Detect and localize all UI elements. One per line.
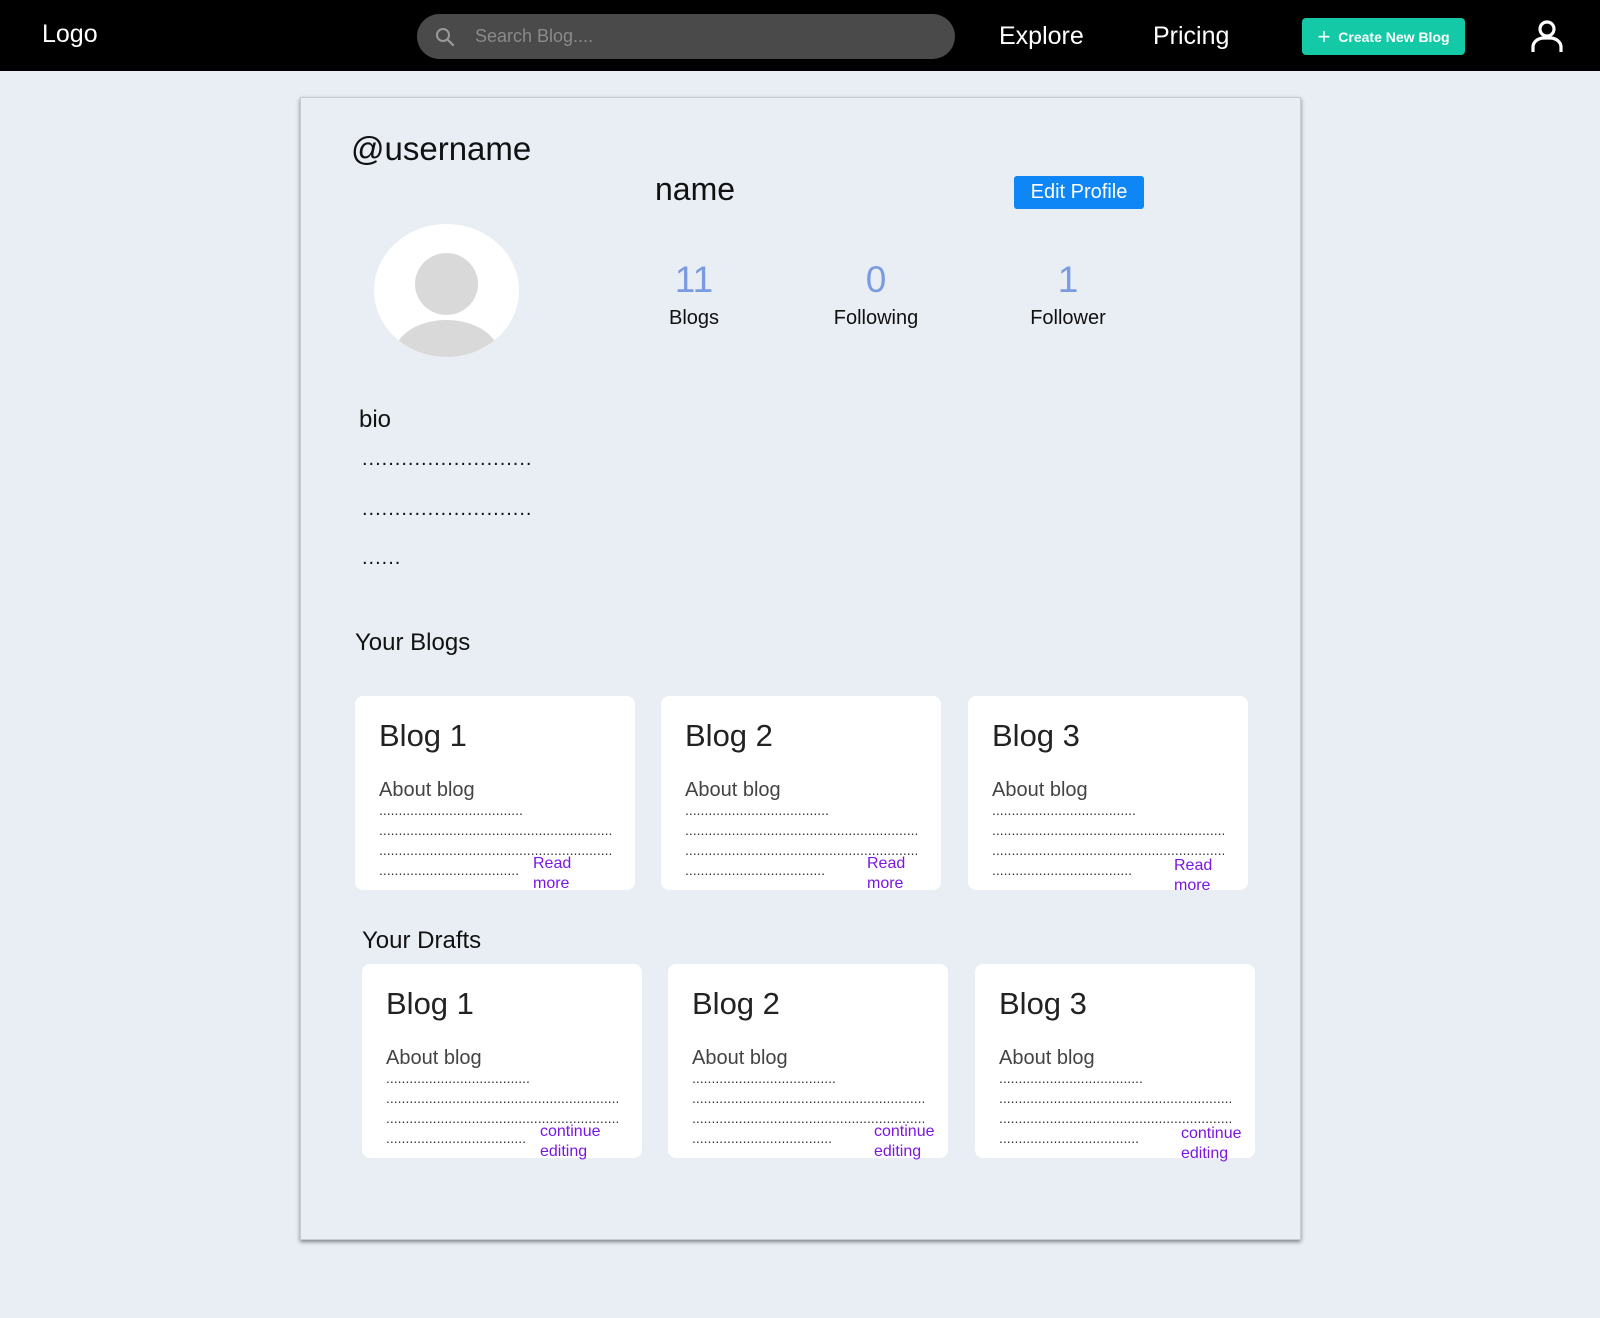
blog-card-excerpt-line: ........................................… — [992, 823, 1224, 837]
draft-card-excerpt-line: ........................................… — [999, 1091, 1231, 1105]
your-drafts-heading: Your Drafts — [362, 927, 482, 954]
read-more-link[interactable]: Read more — [1174, 856, 1234, 896]
stat-following-label: Following — [833, 307, 919, 329]
top-navbar: Logo Explore Pricing + Create New Blog — [0, 0, 1600, 71]
blog-card-excerpt-line: ........................................… — [992, 863, 1132, 877]
edit-profile-button[interactable]: Edit Profile — [1014, 176, 1144, 209]
create-new-blog-label: Create New Blog — [1338, 28, 1450, 45]
blog-card-about: About blog — [685, 779, 781, 801]
search-bar[interactable] — [417, 14, 955, 59]
read-more-link[interactable]: Read more — [533, 854, 593, 894]
logo[interactable]: Logo — [42, 20, 98, 49]
blog-card-title: Blog 3 — [992, 718, 1080, 753]
draft-card-excerpt-line: ........................................… — [999, 1071, 1144, 1085]
stat-following-value: 0 — [865, 259, 887, 300]
blog-card-excerpt-line: ........................................… — [379, 823, 611, 837]
draft-card-excerpt-line: ........................................… — [692, 1131, 832, 1145]
draft-card-1[interactable]: Blog 1 About blog ......................… — [362, 964, 642, 1160]
read-more-link[interactable]: Read more — [867, 854, 927, 894]
blog-card-3[interactable]: Blog 3 About blog ......................… — [968, 696, 1248, 894]
user-account-icon[interactable] — [1530, 19, 1564, 53]
draft-card-excerpt-line: ........................................… — [999, 1111, 1231, 1125]
draft-card-about: About blog — [386, 1047, 482, 1069]
continue-editing-link[interactable]: continue editing — [874, 1122, 964, 1162]
plus-icon: + — [1317, 23, 1331, 49]
profile-name: name — [655, 171, 736, 207]
search-icon — [436, 28, 455, 47]
profile-card: @username name Edit Profile 11 Blogs 0 F… — [300, 97, 1301, 1240]
stat-follower-value: 1 — [1057, 259, 1079, 300]
continue-editing-link[interactable]: continue editing — [1181, 1124, 1271, 1164]
bio-label: bio — [359, 406, 392, 433]
search-input[interactable] — [475, 14, 935, 59]
draft-card-excerpt-line: ........................................… — [692, 1071, 837, 1085]
bio-line: .......................... — [362, 498, 533, 520]
draft-card-excerpt-line: ........................................… — [386, 1071, 531, 1085]
draft-card-excerpt-line: ........................................… — [386, 1091, 618, 1105]
draft-card-3[interactable]: Blog 3 About blog ......................… — [975, 964, 1255, 1162]
stat-follower-label: Follower — [1030, 307, 1106, 329]
draft-card-excerpt-line: ........................................… — [386, 1131, 526, 1145]
blog-card-1[interactable]: Blog 1 About blog ......................… — [355, 696, 635, 892]
blog-card-excerpt-line: ........................................… — [379, 863, 519, 877]
blog-card-excerpt-line: ........................................… — [685, 863, 825, 877]
blog-card-title: Blog 2 — [685, 718, 773, 753]
nav-link-pricing[interactable]: Pricing — [1153, 22, 1229, 51]
blog-card-2[interactable]: Blog 2 About blog ......................… — [661, 696, 941, 892]
avatar-body-shape — [394, 320, 499, 357]
draft-card-title: Blog 1 — [386, 986, 474, 1021]
create-new-blog-button[interactable]: + Create New Blog — [1302, 18, 1465, 55]
avatar-head-shape — [415, 253, 478, 315]
profile-username: @username — [351, 130, 532, 167]
bio-line: ...... — [362, 547, 402, 569]
blog-card-about: About blog — [992, 779, 1088, 801]
your-blogs-heading: Your Blogs — [355, 629, 471, 656]
bio-line: .......................... — [362, 448, 533, 470]
avatar[interactable] — [374, 224, 519, 357]
stat-blogs[interactable]: 11 Blogs — [624, 259, 764, 330]
stat-blogs-label: Blogs — [668, 307, 720, 329]
draft-card-about: About blog — [692, 1047, 788, 1069]
nav-link-explore[interactable]: Explore — [999, 22, 1084, 51]
draft-card-about: About blog — [999, 1047, 1095, 1069]
draft-card-excerpt-line: ........................................… — [999, 1131, 1139, 1145]
draft-card-2[interactable]: Blog 2 About blog ......................… — [668, 964, 948, 1160]
blog-card-excerpt-line: ........................................… — [685, 803, 830, 817]
draft-card-title: Blog 3 — [999, 986, 1087, 1021]
blog-card-excerpt-line: ........................................… — [992, 843, 1224, 857]
stat-blogs-value: 11 — [674, 259, 714, 300]
blog-card-about: About blog — [379, 779, 475, 801]
blog-card-title: Blog 1 — [379, 718, 467, 753]
blog-card-excerpt-line: ........................................… — [685, 823, 917, 837]
stat-following[interactable]: 0 Following — [806, 259, 946, 330]
stat-follower[interactable]: 1 Follower — [998, 259, 1138, 330]
continue-editing-link[interactable]: continue editing — [540, 1122, 630, 1162]
blog-card-excerpt-line: ........................................… — [992, 803, 1137, 817]
blog-card-excerpt-line: ........................................… — [379, 803, 524, 817]
draft-card-excerpt-line: ........................................… — [692, 1091, 924, 1105]
draft-card-title: Blog 2 — [692, 986, 780, 1021]
